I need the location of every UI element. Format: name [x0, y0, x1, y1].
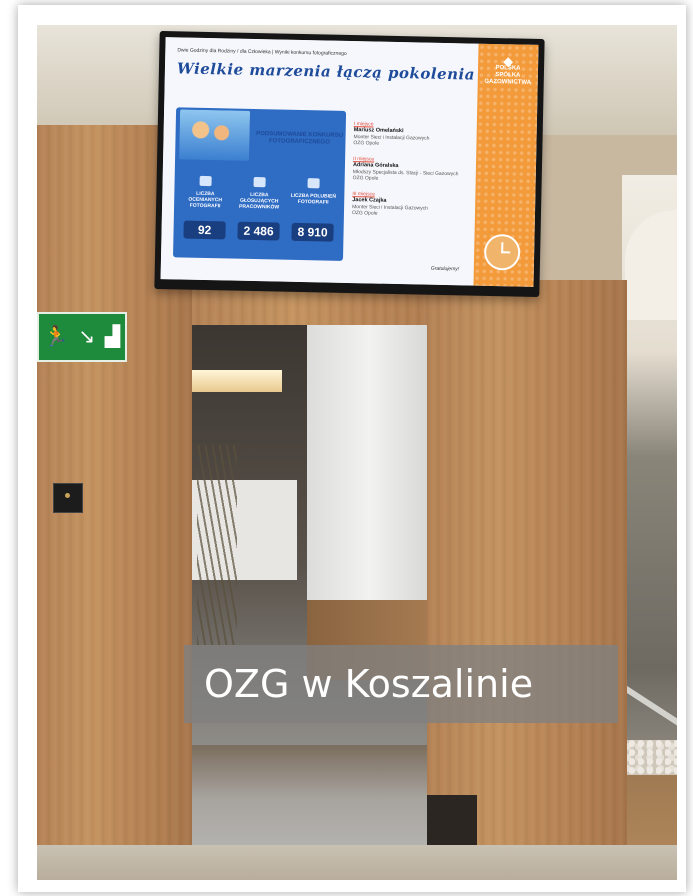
- stat-value: 8 910: [291, 222, 334, 242]
- winner-item: III miejsce Jacek Czajka Monter Sieci i …: [352, 191, 472, 219]
- bottom-floor: [37, 845, 677, 880]
- caption-overlay: OZG w Koszalinie: [184, 645, 618, 723]
- wood-wall-right: [427, 280, 627, 880]
- stat-value: 2 486: [237, 221, 280, 241]
- winners-list: I miejsce Mariusz Omelański Monter Sieci…: [352, 121, 474, 228]
- ceiling-lamp: [187, 370, 282, 392]
- stat-photos: LICZBA OCENIANYCH FOTOGRAFII 92: [179, 172, 231, 248]
- screen-main: Dwie Godziny dla Rodziny / dla Człowieka…: [160, 37, 479, 286]
- image-icon: [199, 175, 212, 187]
- inner-wall-panel: [307, 320, 432, 600]
- tv-display: Dwie Godziny dla Rodziny / dla Człowieka…: [154, 30, 545, 298]
- family-photo-thumbnail: [179, 109, 251, 161]
- winner-item: II miejsce Adriana Góralska Młodszy Spec…: [353, 156, 473, 184]
- thumbs-up-icon: [307, 178, 320, 189]
- stat-value: 92: [183, 220, 226, 240]
- winner-item: I miejsce Mariusz Omelański Monter Sieci…: [353, 121, 473, 149]
- decorative-stones: [620, 740, 677, 775]
- running-man-icon: 🏃: [43, 326, 69, 348]
- clock-icon: [483, 233, 521, 271]
- screen-sidebar: ◆ POLSKA SPÓŁKA GAZOWNICTWA: [473, 43, 539, 287]
- arrow-down-right-icon: ↘: [78, 326, 96, 348]
- summary-heading: PODSUMOWANIE KONKURSU FOTOGRAFICZNEGO: [256, 131, 344, 146]
- stat-likes: LICZBA POLUBIEŃ FOTOGRAFII 8 910: [287, 175, 339, 251]
- caption-text: OZG w Koszalinie: [204, 662, 534, 706]
- stairs-icon: ▟: [104, 326, 121, 348]
- stat-label: LICZBA GŁOSUJĄCYCH PRACOWNIKÓW: [239, 191, 280, 211]
- emergency-exit-sign: 🏃 ↘ ▟: [37, 312, 127, 362]
- congrats-text: Gratulujemy!: [430, 265, 460, 273]
- screen-breadcrumb: Dwie Godziny dla Rodziny / dla Człowieka…: [177, 47, 347, 57]
- brand-name: POLSKA SPÓŁKA GAZOWNICTWA: [484, 65, 532, 86]
- decorative-plant: [197, 445, 237, 645]
- people-icon: [253, 176, 266, 188]
- tv-screen: Dwie Godziny dla Rodziny / dla Człowieka…: [160, 37, 539, 287]
- stat-voters: LICZBA GŁOSUJĄCYCH PRACOWNIKÓW 2 486: [233, 174, 285, 250]
- screen-title: Wielkie marzenia łączą pokolenia: [176, 59, 476, 84]
- stat-label: LICZBA POLUBIEŃ FOTOGRAFII: [290, 192, 337, 206]
- card-reader: [53, 483, 83, 513]
- brand-logo: ◆ POLSKA SPÓŁKA GAZOWNICTWA: [484, 54, 533, 87]
- photo: 🏃 ↘ ▟ Dwie Godziny dla Rodziny / dla Czł…: [37, 25, 677, 880]
- stat-label: LICZBA OCENIANYCH FOTOGRAFII: [188, 190, 223, 210]
